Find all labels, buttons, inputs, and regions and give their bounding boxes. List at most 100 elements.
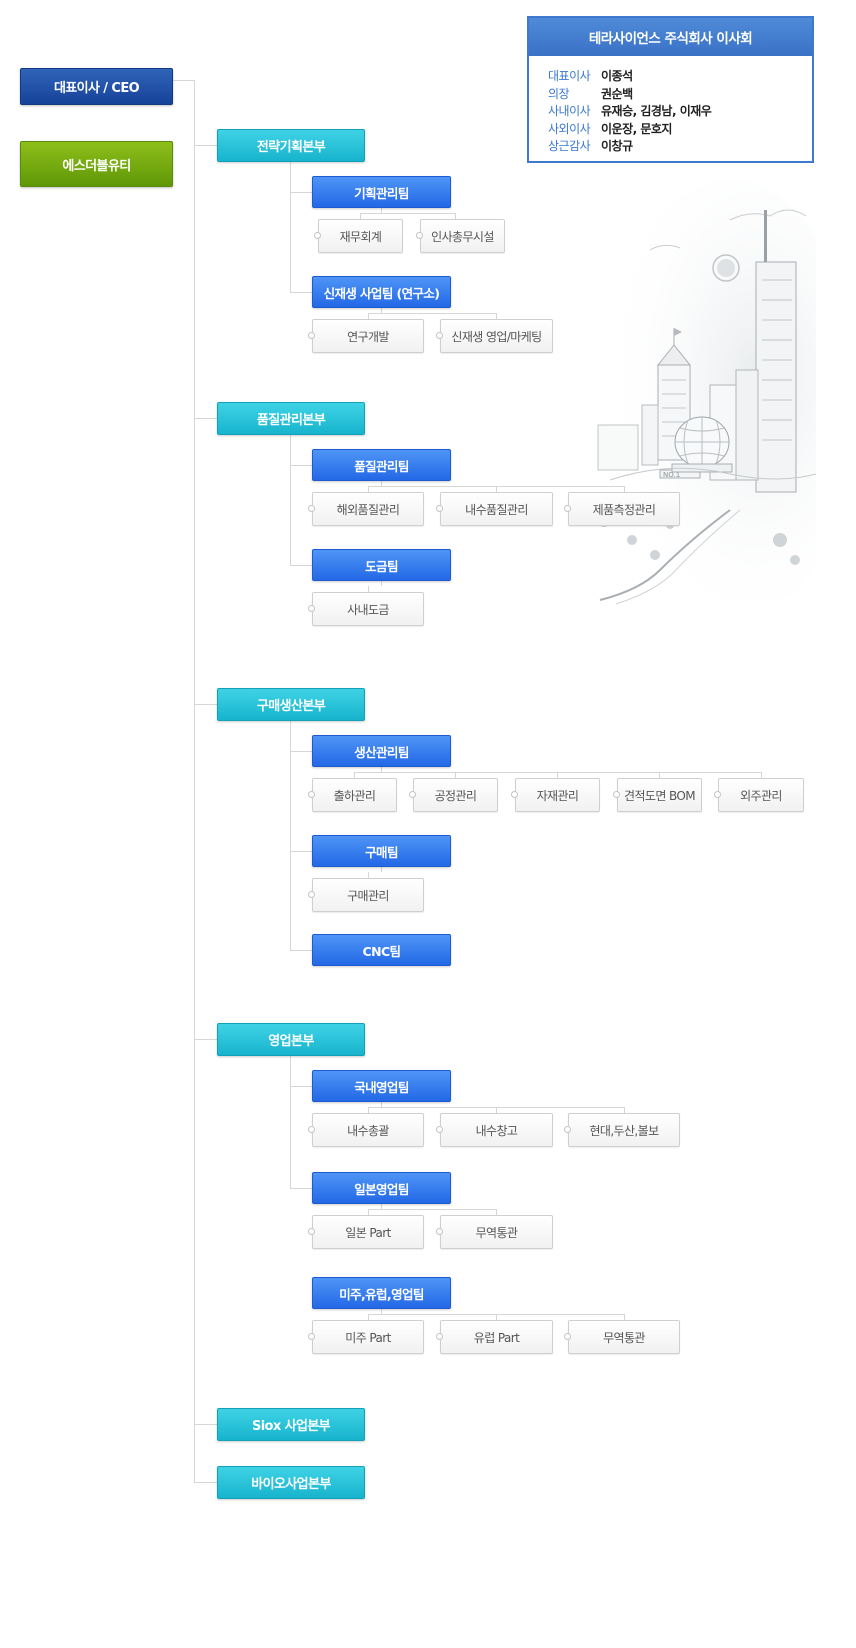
- connector-line: [194, 1039, 217, 1040]
- connector-dot-icon: [308, 1333, 315, 1340]
- unit-box[interactable]: 연구개발: [308, 319, 424, 353]
- org-chart: NO.1 대표이사 / CEO 에스더블유티 테라사이언스 주식회사 이사회 대…: [0, 0, 856, 1648]
- unit-box[interactable]: 일본 Part: [308, 1215, 424, 1249]
- connector-line: [194, 1482, 217, 1483]
- division-label: Siox 사업본부: [251, 1419, 331, 1434]
- team-box[interactable]: 국내영업팀: [312, 1070, 451, 1102]
- team-box[interactable]: 일본영업팀: [312, 1172, 451, 1204]
- connector-line: [290, 1086, 312, 1087]
- connector-dot-icon: [314, 232, 321, 239]
- division-box[interactable]: Siox 사업본부: [217, 1408, 365, 1441]
- unit-box[interactable]: 구매관리: [308, 878, 424, 912]
- team-box[interactable]: 구매팀: [312, 835, 451, 867]
- connector-line: [290, 435, 291, 565]
- connector-dot-icon: [308, 1126, 315, 1133]
- team-label: 미주,유럽,영업팀: [339, 1286, 424, 1302]
- team-box[interactable]: CNC팀: [312, 934, 451, 966]
- unit-label: 출하관리: [333, 788, 376, 803]
- division-box[interactable]: 구매생산본부: [217, 688, 365, 721]
- unit-label: 연구개발: [347, 329, 389, 344]
- team-box[interactable]: 기획관리팀: [312, 176, 451, 208]
- connector-dot-icon: [436, 1333, 443, 1340]
- unit-box[interactable]: 인사총무시설: [416, 219, 505, 253]
- unit-label: 해외품질관리: [336, 502, 400, 517]
- unit-label: 사내도금: [347, 602, 389, 617]
- division-box[interactable]: 바이오사업본부: [217, 1466, 365, 1499]
- division-box[interactable]: 영업본부: [217, 1023, 365, 1056]
- connector-line: [290, 292, 312, 293]
- team-box[interactable]: 미주,유럽,영업팀: [312, 1277, 451, 1309]
- unit-box[interactable]: 무역통관: [436, 1215, 553, 1249]
- unit-label: 내수품질관리: [465, 502, 528, 517]
- board-row: 의장 권순백: [548, 85, 812, 103]
- connector-line: [360, 213, 456, 214]
- connector-line: [354, 772, 762, 773]
- board-row: 대표이사 이종석: [548, 67, 812, 85]
- team-box[interactable]: 도금팀: [312, 549, 451, 581]
- connector-dot-icon: [613, 791, 620, 798]
- connector-dot-icon: [564, 505, 571, 512]
- unit-label: 외주관리: [740, 788, 782, 803]
- unit-box[interactable]: 내수총괄: [308, 1113, 424, 1147]
- unit-box[interactable]: 사내도금: [308, 592, 424, 626]
- team-label: 신재생 사업팀 (연구소): [323, 285, 440, 301]
- connector-dot-icon: [436, 1126, 443, 1133]
- unit-box[interactable]: 자재관리: [511, 778, 600, 812]
- unit-box[interactable]: 유럽 Part: [436, 1320, 553, 1354]
- ceo-label: 대표이사 / CEO: [53, 81, 140, 96]
- team-label: 기획관리팀: [354, 185, 409, 201]
- connector-line: [368, 1209, 497, 1210]
- ceo-box[interactable]: 대표이사 / CEO: [20, 68, 173, 105]
- unit-box[interactable]: 재무회계: [314, 219, 403, 253]
- unit-box[interactable]: 미주 Part: [308, 1320, 424, 1354]
- unit-box[interactable]: 해외품질관리: [308, 492, 424, 526]
- division-box[interactable]: 품질관리본부: [217, 402, 365, 435]
- affiliate-box[interactable]: 에스더블유티: [20, 141, 173, 187]
- connector-dot-icon: [308, 505, 315, 512]
- board-role: 사내이사: [548, 104, 591, 119]
- unit-box[interactable]: 공정관리: [409, 778, 498, 812]
- connector-line: [290, 565, 312, 566]
- board-names: 이창규: [601, 139, 633, 154]
- unit-box[interactable]: 내수창고: [436, 1113, 553, 1147]
- unit-label: 구매관리: [347, 888, 389, 903]
- team-label: 도금팀: [365, 558, 398, 574]
- connector-dot-icon: [409, 791, 416, 798]
- team-label: 구매팀: [365, 844, 398, 860]
- affiliate-label: 에스더블유티: [62, 158, 131, 174]
- team-label: 생산관리팀: [354, 744, 409, 760]
- connector-dot-icon: [416, 232, 423, 239]
- unit-box[interactable]: 내수품질관리: [436, 492, 553, 526]
- connector-dot-icon: [511, 791, 518, 798]
- connector-line: [290, 162, 291, 292]
- connector-dot-icon: [308, 891, 315, 898]
- connector-dot-icon: [436, 1228, 443, 1235]
- unit-box[interactable]: 견적도면 BOM: [613, 778, 702, 812]
- team-label: CNC팀: [362, 943, 402, 959]
- connector-dot-icon: [308, 1228, 315, 1235]
- unit-label: 무역통관: [475, 1225, 518, 1240]
- unit-label: 제품측정관리: [592, 502, 656, 517]
- connector-dot-icon: [308, 332, 315, 339]
- division-box[interactable]: 전략기획본부: [217, 129, 365, 162]
- connector-dot-icon: [308, 605, 315, 612]
- board-row: 상근감사 이창규: [548, 137, 812, 155]
- team-box[interactable]: 신재생 사업팀 (연구소): [312, 276, 451, 308]
- unit-box[interactable]: 무역통관: [564, 1320, 680, 1354]
- connector-line: [194, 704, 217, 705]
- unit-box[interactable]: 신재생 영업/마케팅: [436, 319, 553, 353]
- unit-box[interactable]: 현대,두산,볼보: [564, 1113, 680, 1147]
- division-label: 바이오사업본부: [251, 1477, 331, 1492]
- unit-box[interactable]: 제품측정관리: [564, 492, 680, 526]
- board-role: 대표이사: [548, 69, 591, 84]
- board-title: 테라사이언스 주식회사 이사회: [529, 18, 812, 56]
- team-box[interactable]: 품질관리팀: [312, 449, 451, 481]
- team-box[interactable]: 생산관리팀: [312, 735, 451, 767]
- unit-box[interactable]: 외주관리: [714, 778, 804, 812]
- connector-line: [194, 418, 217, 419]
- board-of-directors-panel: 테라사이언스 주식회사 이사회 대표이사 이종석 의장 권순백 사내이사 유재승…: [527, 16, 814, 163]
- connector-line: [368, 313, 497, 314]
- connector-dot-icon: [308, 791, 315, 798]
- unit-box[interactable]: 출하관리: [308, 778, 397, 812]
- board-role: 사외이사: [548, 121, 591, 136]
